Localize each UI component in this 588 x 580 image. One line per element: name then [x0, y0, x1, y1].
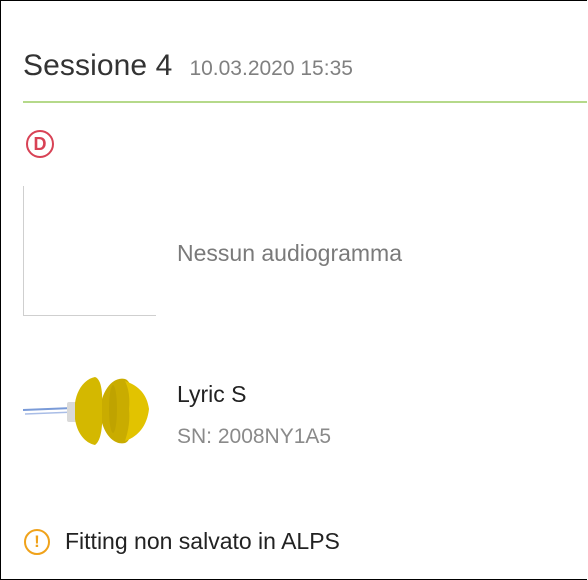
- hearing-aid-icon: [23, 377, 149, 445]
- session-title: Sessione 4: [23, 49, 173, 82]
- device-name: Lyric S: [177, 381, 247, 407]
- session-card[interactable]: Sessione 4 10.03.2020 15:35 D Nessun aud…: [0, 0, 587, 580]
- warning-circle-icon: !: [24, 529, 50, 555]
- device-serial-number: SN: 2008NY1A5: [177, 425, 332, 448]
- session-datetime: 10.03.2020 15:35: [189, 57, 353, 80]
- d-badge-icon: D: [26, 130, 54, 158]
- warning-message: Fitting non salvato in ALPS: [65, 528, 340, 554]
- audiogram-placeholder: [23, 186, 156, 316]
- session-header: Sessione 4 10.03.2020 15:35: [23, 49, 353, 83]
- no-audiogram-label: Nessun audiogramma: [177, 240, 403, 266]
- header-divider: [23, 101, 587, 103]
